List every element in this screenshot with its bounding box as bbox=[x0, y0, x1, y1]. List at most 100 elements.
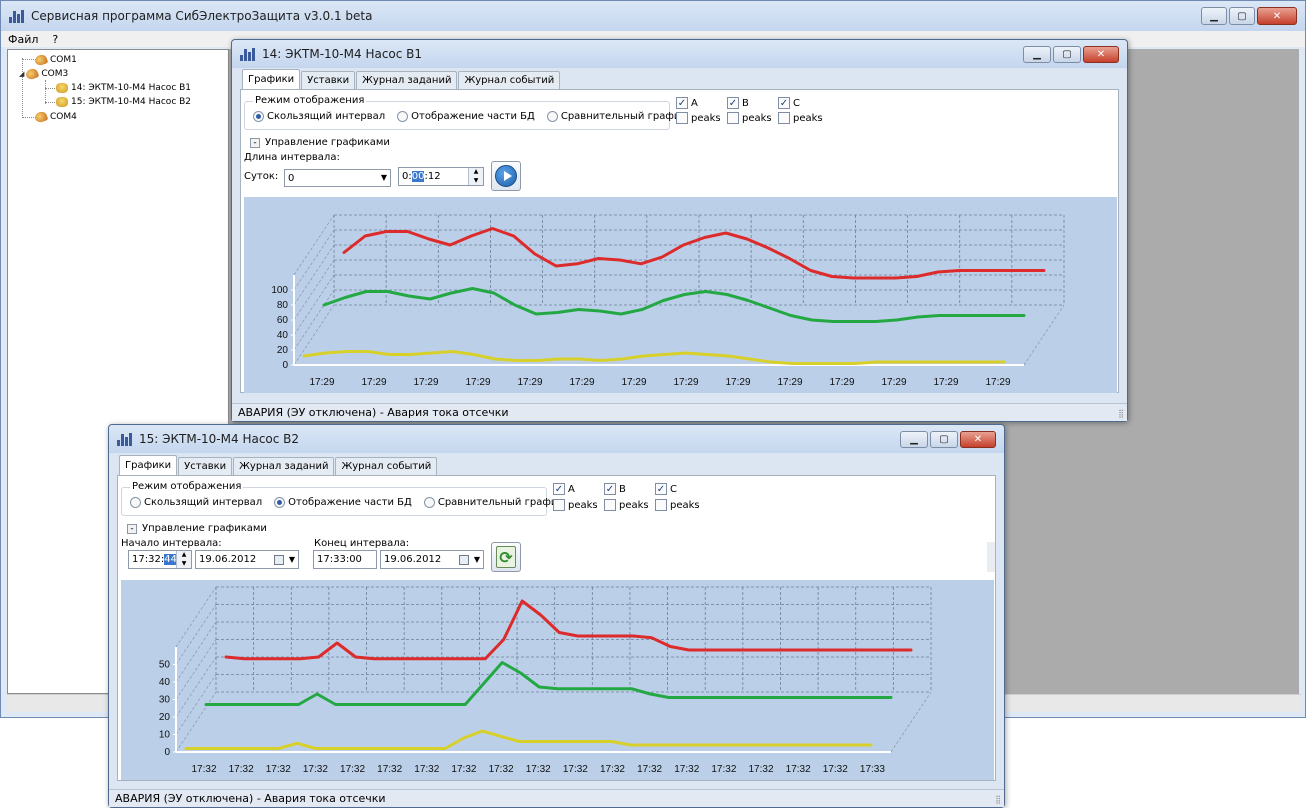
checkbox-peaks-b[interactable]: peaks bbox=[727, 112, 772, 124]
close-button[interactable]: ✕ bbox=[960, 431, 996, 448]
port-icon bbox=[33, 109, 49, 124]
status-text: АВАРИЯ (ЭУ отключена) - Авария тока отсе… bbox=[238, 406, 509, 419]
tab-event-log[interactable]: Журнал событий bbox=[335, 457, 438, 475]
tree-connector bbox=[45, 80, 46, 104]
x-tick-label: 17:32 bbox=[637, 764, 662, 775]
tree-item-com3[interactable]: ◢ COM3 bbox=[19, 66, 68, 81]
checkbox-peaks-b[interactable]: peaks bbox=[604, 499, 649, 511]
x-tick-label: 17:29 bbox=[621, 377, 646, 388]
x-tick-label: 17:29 bbox=[725, 377, 750, 388]
checkbox-phase-c[interactable]: ✓ C bbox=[655, 483, 677, 495]
resize-grip-icon[interactable]: ⣿ bbox=[995, 795, 1001, 804]
maximize-button[interactable]: ▢ bbox=[1229, 7, 1255, 25]
tab-event-log[interactable]: Журнал событий bbox=[458, 71, 561, 89]
tab-task-log[interactable]: Журнал заданий bbox=[356, 71, 458, 89]
calendar-icon bbox=[459, 555, 469, 565]
radio-compare-chart[interactable]: Сравнительный график bbox=[546, 111, 686, 122]
checkbox-peaks-a[interactable]: peaks bbox=[553, 499, 598, 511]
y-tick-label: 100 bbox=[271, 285, 288, 296]
spin-up-icon: ▲ bbox=[177, 551, 191, 560]
radio-sliding-interval[interactable]: Скользящий интервал bbox=[130, 497, 262, 508]
minimize-button[interactable]: ▁ bbox=[900, 431, 928, 448]
play-button[interactable] bbox=[491, 161, 521, 191]
checkbox-phase-b[interactable]: ✓ B bbox=[604, 483, 626, 495]
vertical-scrollbar[interactable] bbox=[987, 542, 995, 572]
checkbox-phase-a[interactable]: ✓ A bbox=[676, 97, 698, 109]
menu-file[interactable]: Файл bbox=[1, 33, 45, 46]
tab-panel-charts: Режим отображения Скользящий интервал От… bbox=[240, 89, 1119, 393]
minimize-button[interactable]: ▁ bbox=[1023, 46, 1051, 63]
tab-settings[interactable]: Уставки bbox=[178, 457, 233, 475]
days-combobox[interactable]: 0 ▼ bbox=[284, 169, 391, 187]
child-titlebar[interactable]: 15: ЭКТМ-10-М4 Насос В2 ▁ ▢ ✕ bbox=[109, 425, 1004, 453]
main-window-controls: ▁ ▢ ✕ bbox=[1201, 7, 1297, 25]
chart-area-1: 0 20 40 60 80 100 17:29 17:29 17:29 17:29 17:29 17:… bbox=[244, 197, 1117, 393]
x-tick-label: 17:33 bbox=[860, 764, 885, 775]
maximize-button[interactable]: ▢ bbox=[930, 431, 958, 448]
line-chart: 0 10 20 30 40 50 17:32 17:32 17:32 17:32 17:32 17:3… bbox=[159, 586, 932, 775]
end-date-picker[interactable]: 19.06.2012 ▼ bbox=[380, 550, 484, 569]
interval-start-label: Начало интервала: bbox=[121, 538, 222, 549]
chart-area-2: 0 10 20 30 40 50 17:32 17:32 17:32 17:32 17:32 17:3… bbox=[121, 580, 994, 780]
refresh-button[interactable]: ⟳ bbox=[491, 542, 521, 572]
series-line-0 bbox=[342, 227, 1046, 280]
x-tick-label: 17:29 bbox=[933, 377, 958, 388]
tree-item-device-15[interactable]: 15: ЭКТМ-10-М4 Насос В2 bbox=[56, 95, 191, 108]
expander-icon[interactable]: ◢ bbox=[19, 70, 24, 78]
radio-compare-chart[interactable]: Сравнительный график bbox=[423, 497, 563, 508]
start-date-picker[interactable]: 19.06.2012 ▼ bbox=[195, 550, 299, 569]
resize-grip-icon[interactable]: ⣿ bbox=[1118, 409, 1124, 418]
checkbox-peaks-c[interactable]: peaks bbox=[778, 112, 823, 124]
minimize-button[interactable]: ▁ bbox=[1201, 7, 1227, 25]
tree-item-com4[interactable]: COM4 bbox=[33, 109, 77, 124]
manage-charts-toggle[interactable]: - Управление графиками bbox=[250, 137, 390, 148]
port-icon bbox=[33, 52, 49, 67]
close-button[interactable]: ✕ bbox=[1083, 46, 1119, 63]
x-tick-label: 17:32 bbox=[489, 764, 514, 775]
y-tick-label: 20 bbox=[159, 712, 171, 723]
end-time-spinbox[interactable]: 17:33:00 bbox=[313, 550, 377, 569]
tab-charts[interactable]: Графики bbox=[242, 69, 301, 89]
x-tick-label: 17:29 bbox=[569, 377, 594, 388]
tab-panel-charts: Режим отображения Скользящий интервал От… bbox=[117, 475, 996, 781]
checkbox-phase-c[interactable]: ✓ C bbox=[778, 97, 800, 109]
start-time-spinbox[interactable]: 17:32: 44 ▲ ▼ bbox=[128, 550, 192, 569]
radio-db-part[interactable]: Отображение части БД bbox=[274, 497, 412, 508]
x-tick-label: 17:32 bbox=[786, 764, 811, 775]
grid-line bbox=[293, 229, 335, 291]
window-title: 14: ЭКТМ-10-М4 Насос В1 bbox=[262, 47, 423, 61]
checkbox-peaks-c[interactable]: peaks bbox=[655, 499, 700, 511]
tab-charts[interactable]: Графики bbox=[119, 455, 178, 475]
status-bar: АВАРИЯ (ЭУ отключена) - Авария тока отсе… bbox=[232, 403, 1127, 421]
checkbox-phase-b[interactable]: ✓ B bbox=[727, 97, 749, 109]
y-tick-label: 0 bbox=[282, 360, 288, 371]
refresh-icon: ⟳ bbox=[496, 546, 516, 568]
status-text: АВАРИЯ (ЭУ отключена) - Авария тока отсе… bbox=[115, 792, 386, 805]
menu-help[interactable]: ? bbox=[45, 33, 65, 46]
grid-line bbox=[293, 244, 335, 306]
tab-settings[interactable]: Уставки bbox=[301, 71, 356, 89]
maximize-button[interactable]: ▢ bbox=[1053, 46, 1081, 63]
interval-length-label: Длина интервала: bbox=[244, 152, 340, 163]
time-spinbox[interactable]: 0: 00:12 ▲ ▼ bbox=[398, 167, 484, 186]
grid-line bbox=[890, 691, 932, 753]
main-titlebar[interactable]: Сервисная программа СибЭлектроЗащита v3.… bbox=[1, 1, 1305, 31]
x-tick-label: 17:32 bbox=[749, 764, 774, 775]
display-mode-group: Режим отображения Скользящий интервал От… bbox=[121, 481, 563, 516]
manage-charts-toggle[interactable]: - Управление графиками bbox=[127, 523, 267, 534]
tree-item-com1[interactable]: COM1 bbox=[33, 52, 77, 67]
child-titlebar[interactable]: 14: ЭКТМ-10-М4 Насос В1 ▁ ▢ ✕ bbox=[232, 40, 1127, 68]
device-icon bbox=[56, 96, 68, 107]
collapse-icon: - bbox=[127, 523, 137, 534]
checkbox-phase-a[interactable]: ✓ A bbox=[553, 483, 575, 495]
radio-sliding-interval[interactable]: Скользящий интервал bbox=[253, 111, 385, 122]
close-button[interactable]: ✕ bbox=[1257, 7, 1297, 25]
tree-item-device-14[interactable]: 14: ЭКТМ-10-М4 Насос В1 bbox=[56, 81, 191, 94]
app-icon bbox=[9, 9, 25, 23]
checkbox-peaks-a[interactable]: peaks bbox=[676, 112, 721, 124]
mode-radio-row: Скользящий интервал Отображение части БД… bbox=[130, 497, 563, 508]
app-title: Сервисная программа СибЭлектроЗащита v3.… bbox=[31, 9, 373, 23]
radio-db-part[interactable]: Отображение части БД bbox=[397, 111, 535, 122]
tab-task-log[interactable]: Журнал заданий bbox=[233, 457, 335, 475]
chevron-down-icon: ▼ bbox=[288, 555, 295, 564]
